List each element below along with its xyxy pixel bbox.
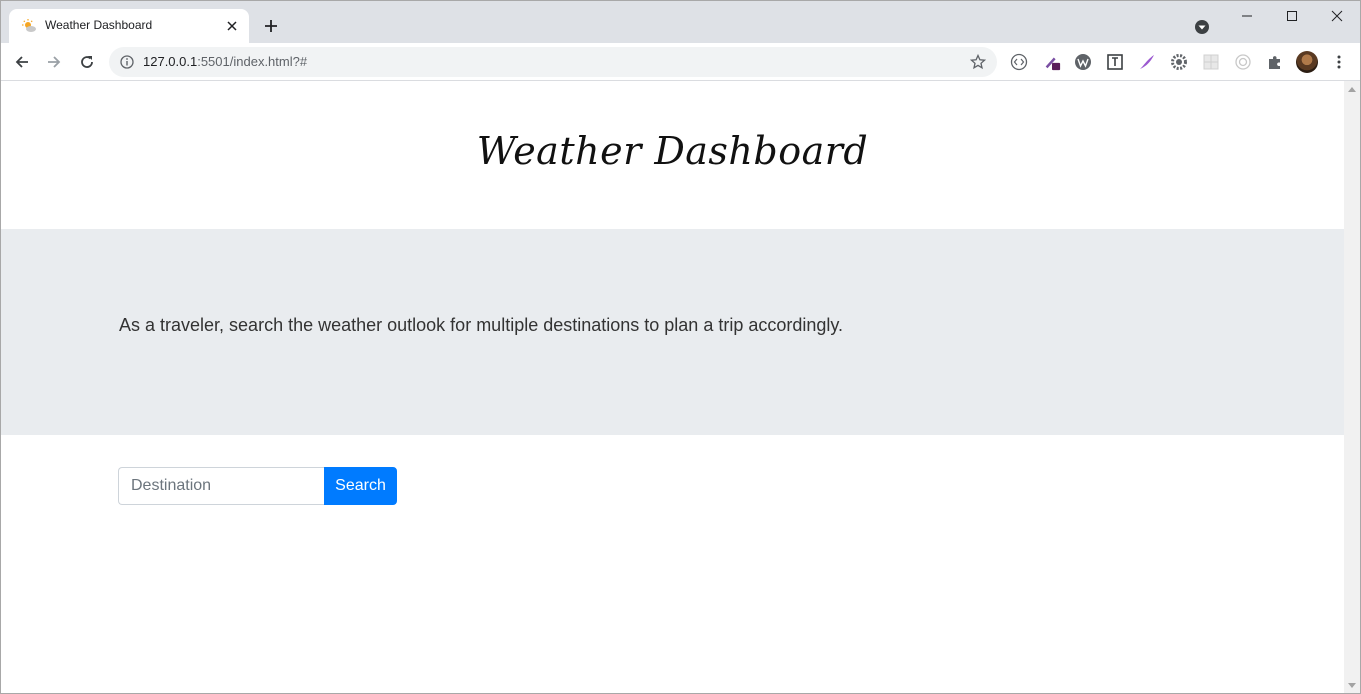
arrow-left-icon (15, 56, 28, 68)
profile-avatar[interactable] (1296, 51, 1318, 73)
tab-strip: Weather Dashboard (1, 1, 1360, 43)
url-path: :5501/index.html?# (197, 54, 308, 69)
maximize-icon (1287, 11, 1297, 21)
scroll-up-arrow-icon[interactable] (1348, 87, 1356, 92)
tab-search-icon[interactable] (1194, 19, 1210, 35)
extension-pen-icon[interactable] (1043, 53, 1061, 71)
tab-title: Weather Dashboard (45, 18, 153, 32)
jumbotron: As a traveler, search the weather outloo… (1, 229, 1344, 435)
new-tab-icon[interactable] (263, 18, 279, 34)
forward-button[interactable] (44, 52, 64, 72)
reload-button[interactable] (77, 52, 97, 72)
address-bar[interactable]: 127.0.0.1:5501/index.html?# (109, 47, 997, 77)
extension-target-icon[interactable] (1234, 53, 1252, 71)
vertical-scrollbar[interactable] (1344, 81, 1360, 693)
extension-grid-icon[interactable] (1202, 53, 1220, 71)
weather-favicon-icon (22, 19, 36, 32)
more-menu-icon[interactable] (1331, 54, 1347, 70)
browser-toolbar: 127.0.0.1:5501/index.html?# (1, 43, 1360, 81)
extensions-puzzle-icon[interactable] (1266, 53, 1284, 71)
reload-icon (81, 56, 93, 68)
extension-w-icon[interactable] (1074, 53, 1092, 71)
minimize-icon (1242, 15, 1252, 17)
destination-input[interactable] (118, 467, 324, 505)
close-icon[interactable] (225, 19, 239, 33)
extension-frame-icon[interactable] (1106, 53, 1124, 71)
back-button[interactable] (12, 52, 32, 72)
bookmark-star-icon[interactable] (970, 54, 986, 70)
extension-code-icon[interactable] (1010, 53, 1028, 71)
page-viewport: Weather Dashboard As a traveler, search … (1, 81, 1344, 693)
arrow-right-icon (48, 56, 61, 68)
info-icon[interactable] (120, 55, 134, 69)
lead-text: As a traveler, search the weather outloo… (119, 315, 844, 335)
extension-feather-icon[interactable] (1138, 53, 1156, 71)
page-title: Weather Dashboard (476, 129, 869, 173)
url-host: 127.0.0.1 (143, 54, 198, 69)
browser-tab[interactable]: Weather Dashboard (9, 9, 249, 43)
url-text[interactable]: 127.0.0.1:5501/index.html?# (143, 54, 307, 69)
extension-gear-icon[interactable] (1170, 53, 1188, 71)
close-window-button[interactable] (1314, 1, 1360, 31)
search-button[interactable]: Search (324, 467, 397, 505)
minimize-button[interactable] (1224, 1, 1270, 31)
scroll-down-arrow-icon[interactable] (1348, 683, 1356, 688)
browser-window: Weather Dashboard 127.0.0.1:5501/index.h… (0, 0, 1361, 694)
maximize-button[interactable] (1269, 1, 1315, 31)
close-icon (1331, 10, 1343, 22)
